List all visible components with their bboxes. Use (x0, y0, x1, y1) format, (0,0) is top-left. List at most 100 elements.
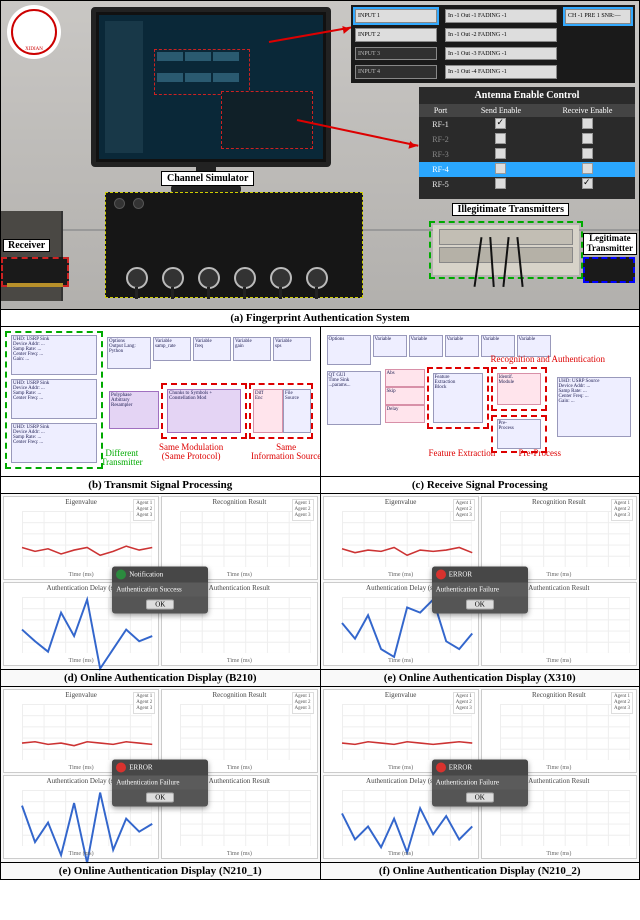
gr-block: UHD: USRP SinkDevice Addr: ...Samp Rate:… (11, 379, 97, 419)
caption-f: (e) Online Authentication Display (N210_… (1, 862, 320, 879)
gr-block: Chunks to Symbols +Constellation Mod (167, 389, 241, 433)
gr-block: Variablesamp_rate (153, 337, 191, 361)
panel-f: EigenvalueAgent 1Agent 2Agent 3 Time (ms… (1, 687, 320, 879)
cables (469, 237, 549, 287)
fading-slot: In -1 Out -4 FADING -1 (445, 65, 557, 79)
gr-block: FileSource (283, 389, 311, 433)
checkbox-icon (582, 118, 593, 129)
fading-slot: In -1 Out -1 FADING -1 (445, 9, 557, 23)
gr-block: Variable (445, 335, 479, 357)
checkbox-icon (582, 178, 593, 189)
col-send: Send Enable (462, 104, 540, 117)
cabinet (1, 211, 63, 301)
gr-block: Options (327, 335, 371, 365)
table-row: RF-2 (419, 132, 635, 147)
antenna-title: Antenna Enable Control (419, 87, 635, 104)
anno-different-tx: Different Transmitter (101, 449, 143, 468)
col-port: Port (419, 104, 462, 117)
input-slot: INPUT 4 (355, 65, 437, 79)
caption-a: (a) Fingerprint Authentication System (1, 309, 639, 326)
anno-preprocess: Pre-Process (519, 449, 562, 458)
gr-block: Skip (385, 387, 425, 405)
anno-same-src: Same Information Source (251, 443, 320, 462)
legitimate-transmitter (583, 257, 635, 283)
gr-block: Identif.Module (497, 373, 541, 405)
caption-b: (b) Transmit Signal Processing (1, 476, 320, 493)
dialog-title: ERROR (449, 764, 472, 772)
input-slot: INPUT 3 (355, 47, 437, 61)
dialog-title: ERROR (129, 764, 152, 772)
dialog-title: ERROR (449, 571, 472, 579)
input-slot: INPUT 1 (355, 9, 437, 23)
dialog-ok-button[interactable]: OK (466, 600, 494, 610)
dialog-ok-button[interactable]: OK (466, 793, 494, 803)
receiver-label: Receiver (3, 239, 50, 252)
caption-e: (e) Online Authentication Display (X310) (321, 669, 640, 686)
gr-block: Variablefreq (193, 337, 231, 361)
panel-c-flow: Options Variable Variable Variable Varia… (320, 327, 640, 493)
checkbox-icon (495, 148, 506, 159)
input-slot: INPUT 2 (355, 28, 437, 42)
table-row: RF-1 (419, 117, 635, 132)
auth-dialog-success: Notification Authentication Success OK (112, 567, 208, 614)
dialog-ok-button[interactable]: OK (146, 600, 174, 610)
success-icon (116, 570, 126, 580)
university-logo (7, 5, 61, 59)
gr-block: Variable (409, 335, 443, 357)
gr-block: Variable (373, 335, 407, 357)
monitor (91, 7, 331, 167)
caption-d: (d) Online Authentication Display (B210) (1, 669, 320, 686)
error-icon (436, 570, 446, 580)
dialog-ok-button[interactable]: OK (146, 793, 174, 803)
caption-g: (f) Online Authentication Display (N210_… (321, 862, 640, 879)
gr-block: UHD: USRP SinkDevice Addr: ...Samp Rate:… (11, 423, 97, 463)
checkbox-icon (495, 133, 506, 144)
checkbox-icon (495, 118, 506, 129)
gr-block: QT GUITime Sink...params... (327, 371, 381, 425)
table-row: RF-4 (419, 162, 635, 177)
gr-block: UHD: USRP SourceDevice Addr: ...Samp Rat… (557, 377, 631, 437)
table-row: RF-3 (419, 147, 635, 162)
inset-io-mapping: INPUT 1 INPUT 2 INPUT 3 INPUT 4 In -1 Ou… (351, 5, 635, 83)
anno-feature: Feature Extraction (429, 449, 496, 458)
gr-block: Delay (385, 405, 425, 423)
channel-simulator (105, 192, 363, 298)
receiver-box (1, 257, 69, 287)
panel-g: EigenvalueAgent 1Agent 2Agent 3 Time (ms… (320, 687, 640, 879)
gr-block: Pre-Process (497, 419, 541, 449)
auth-dialog-error: ERROR Authentication Failure OK (432, 760, 528, 807)
dialog-message: Authentication Failure (432, 583, 528, 597)
panel-b-flow: UHD: USRP SinkDevice Addr: ...Samp Rate:… (1, 327, 320, 493)
checkbox-icon (582, 163, 593, 174)
dialog-message: Authentication Failure (112, 776, 208, 790)
channel-simulator-label: Channel Simulator (161, 171, 254, 186)
panel-e: EigenvalueAgent 1Agent 2Agent 3 Time (ms… (320, 494, 640, 686)
dialog-message: Authentication Failure (432, 776, 528, 790)
checkbox-icon (495, 178, 506, 189)
gr-block: OptionsOutput Lang: Python (107, 337, 151, 369)
legitimate-label: Legitimate Transmitter (583, 233, 637, 255)
gr-block: PolyphaseArbitraryResampler (109, 391, 159, 429)
gr-block: FeatureExtractionBlock (433, 373, 483, 423)
fading-slot: In -1 Out -2 FADING -1 (445, 28, 557, 42)
fading-slot: In -1 Out -3 FADING -1 (445, 47, 557, 61)
error-icon (116, 763, 126, 773)
inset-antenna-table: Antenna Enable Control Port Send Enable … (419, 87, 635, 199)
checkbox-icon (495, 163, 506, 174)
col-recv: Receive Enable (540, 104, 635, 117)
table-row: RF-5 (419, 177, 635, 192)
caption-c: (c) Receive Signal Processing (321, 476, 640, 493)
antenna-enable-table: Port Send Enable Receive Enable RF-1 RF-… (419, 104, 635, 192)
dialog-message: Authentication Success (112, 583, 208, 597)
gr-block: Variablegain (233, 337, 271, 361)
auth-dialog-error: ERROR Authentication Failure OK (112, 760, 208, 807)
error-icon (436, 763, 446, 773)
channel-slot: CH -1 PRE 1 SNR:— (565, 9, 631, 24)
gr-block: DiffEnc (253, 389, 283, 433)
gr-block: UHD: USRP SinkDevice Addr: ...Samp Rate:… (11, 335, 97, 375)
checkbox-icon (582, 133, 593, 144)
illegitimate-label: Illegitimate Transmitters (452, 203, 569, 216)
auth-dialog-error: ERROR Authentication Failure OK (432, 567, 528, 614)
panel-a-photo: Channel Simulator Receiver Illegitimate … (1, 1, 639, 309)
gr-block: Variablesps (273, 337, 311, 361)
